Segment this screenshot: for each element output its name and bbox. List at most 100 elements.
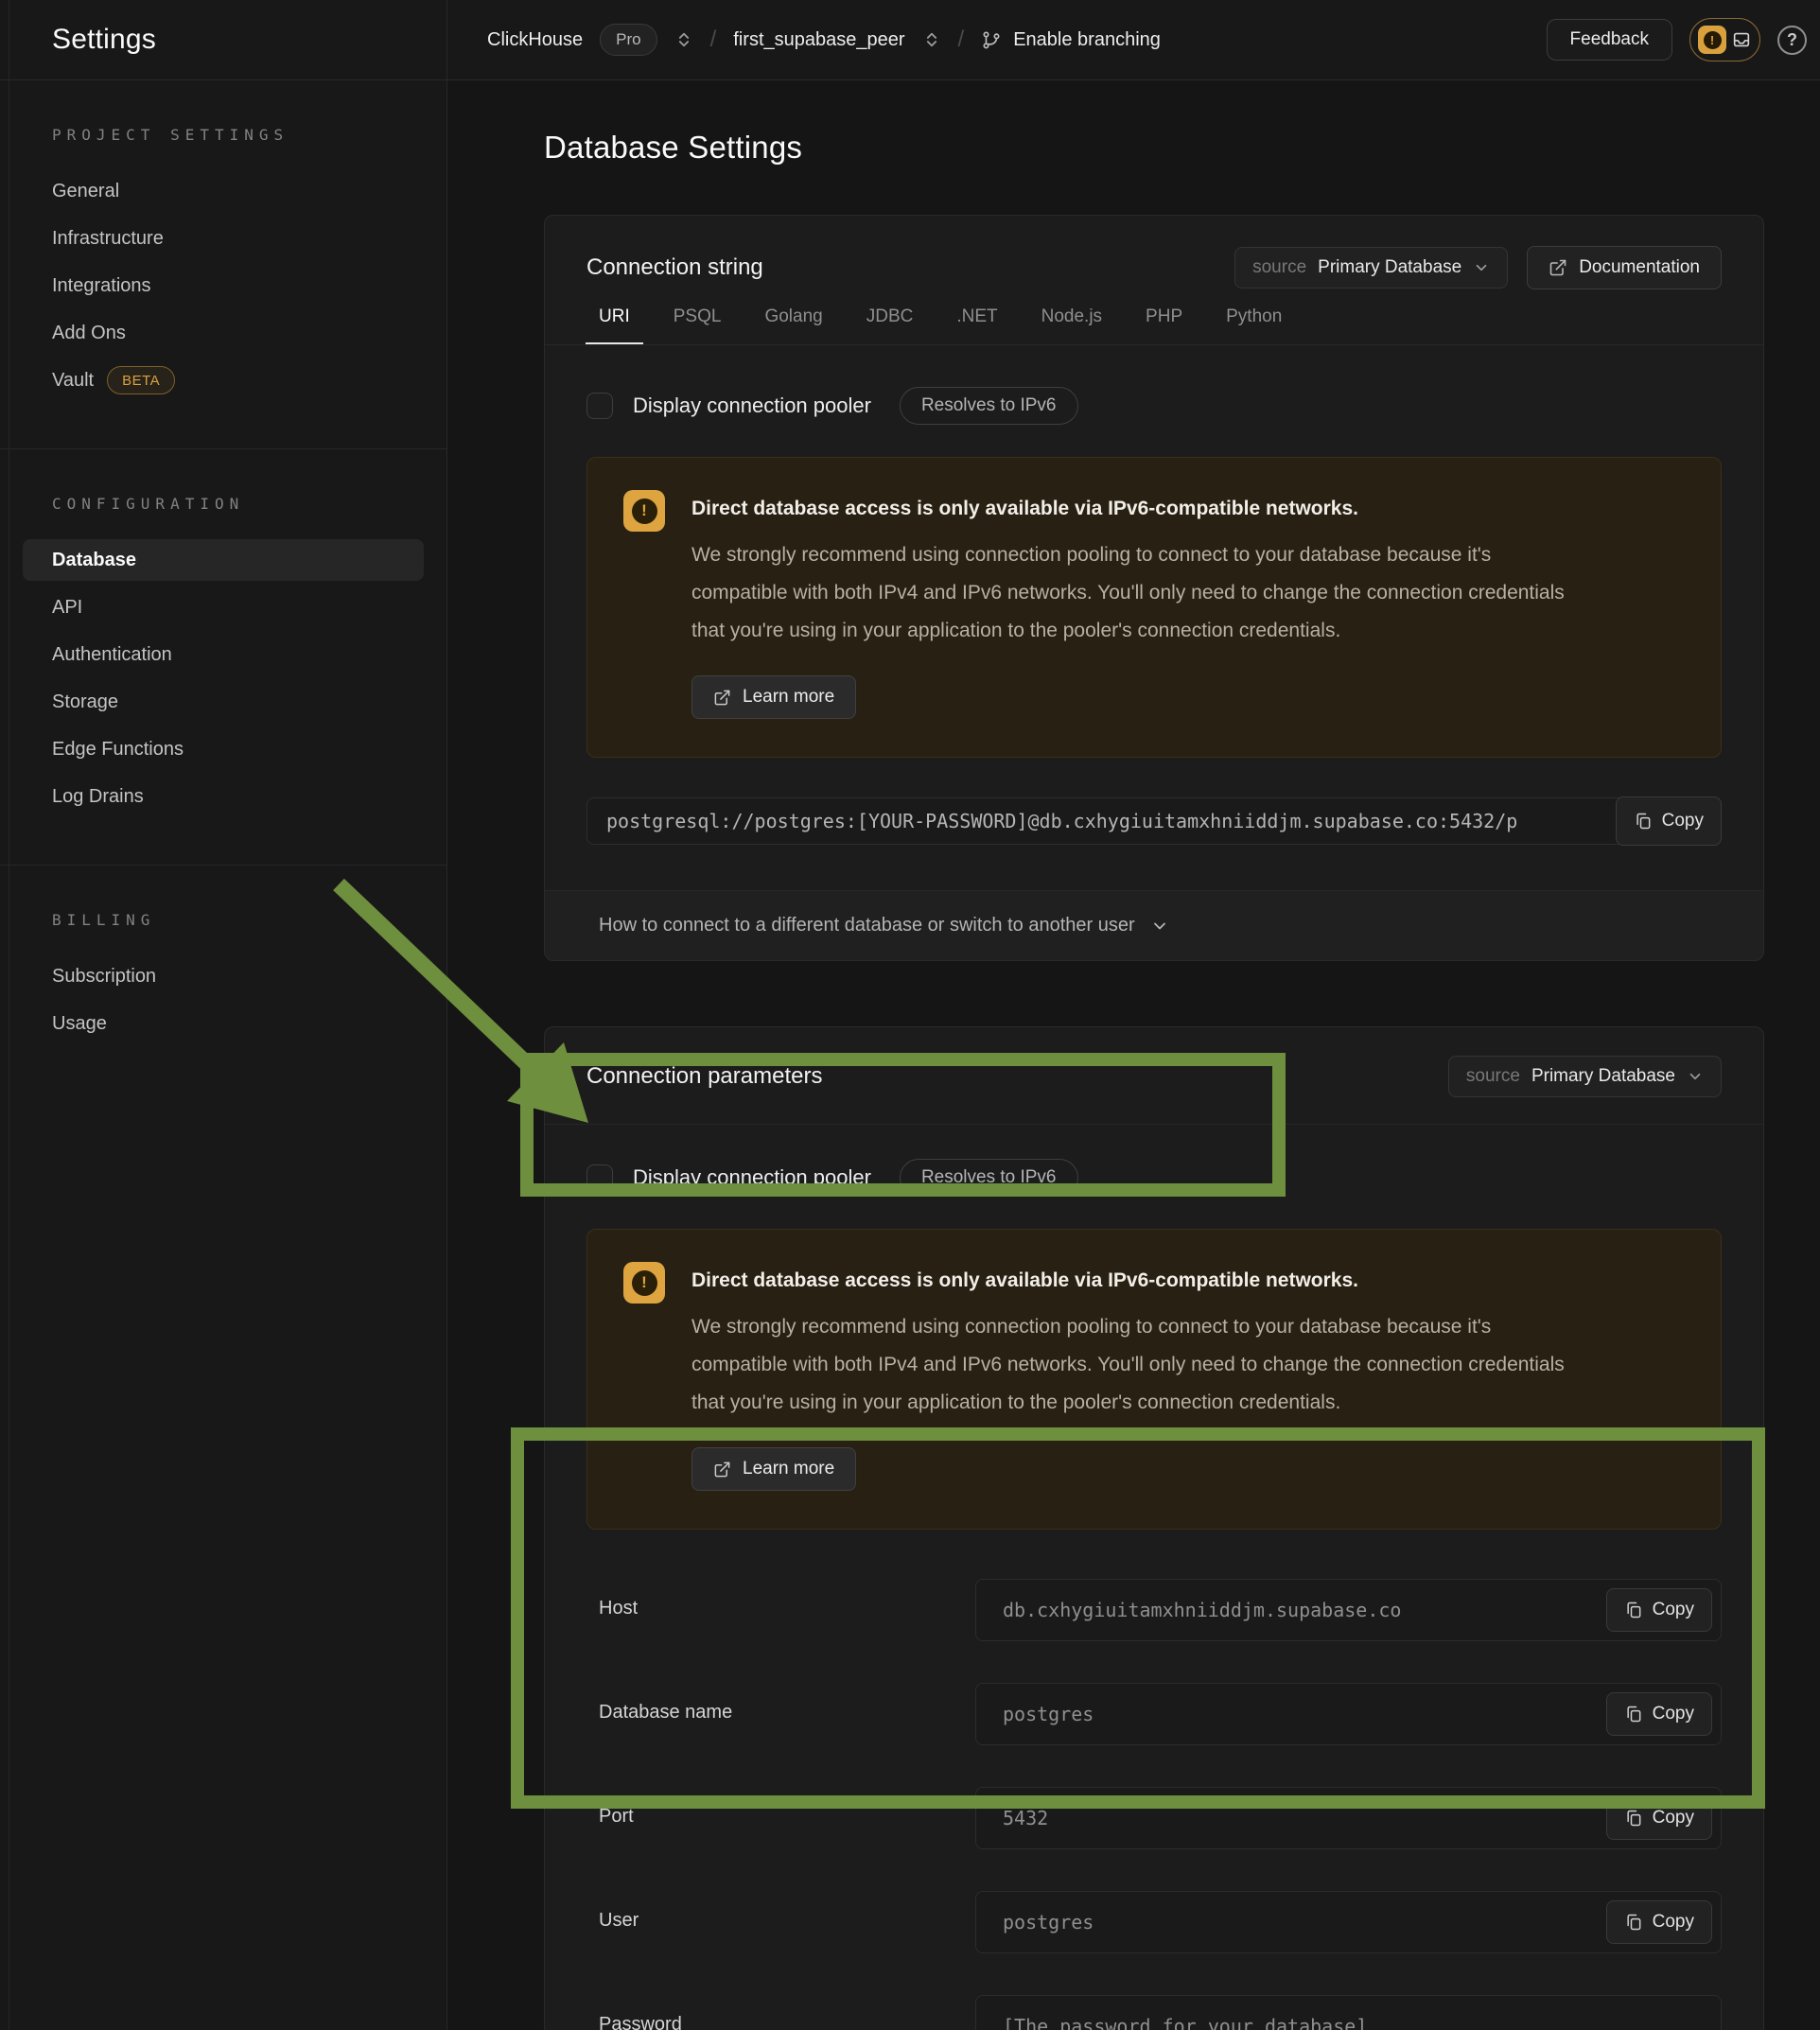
alert-icon: ! xyxy=(623,490,665,532)
sidebar-section-project-settings: PROJECT SETTINGS General Infrastructure Int… xyxy=(0,80,446,448)
sidebar-item-edge-functions[interactable]: Edge Functions xyxy=(23,728,424,770)
pooler-label: Display connection pooler xyxy=(633,394,871,418)
sidebar-item-authentication[interactable]: Authentication xyxy=(23,634,424,675)
sidebar-section-title: PROJECT SETTINGS xyxy=(0,126,446,170)
source-value: Primary Database xyxy=(1318,257,1461,278)
copy-button[interactable]: Copy xyxy=(1606,1692,1712,1736)
sidebar-item-label: Usage xyxy=(52,1013,107,1035)
ipv6-warning-panel: ! Direct database access is only availab… xyxy=(586,457,1722,758)
copy-icon xyxy=(1624,1809,1643,1828)
display-connection-pooler-checkbox[interactable] xyxy=(586,1164,613,1191)
plan-badge: Pro xyxy=(600,24,656,56)
tab-jdbc[interactable]: JDBC xyxy=(853,306,927,344)
warning-body: We strongly recommend using connection p… xyxy=(691,536,1590,650)
tab-node-js[interactable]: Node.js xyxy=(1028,306,1115,344)
field-label: Password xyxy=(599,1995,975,2030)
tab-psql[interactable]: PSQL xyxy=(660,306,735,344)
field-input-port[interactable]: 5432Copy xyxy=(975,1787,1722,1849)
breadcrumb-org[interactable]: ClickHouse xyxy=(487,29,583,51)
connection-string-tabs: URI PSQL Golang JDBC .NET Node.js PHP Python xyxy=(545,306,1763,345)
feedback-button[interactable]: Feedback xyxy=(1547,19,1672,61)
sidebar-item-integrations[interactable]: Integrations xyxy=(23,265,424,306)
field-value: db.cxhygiuitamxhniiddjm.supabase.co xyxy=(1003,1599,1401,1621)
connection-string-card: Connection string source Primary Databas… xyxy=(544,215,1764,961)
sidebar-item-subscription[interactable]: Subscription xyxy=(23,955,424,997)
breadcrumb: ClickHouse Pro / first_supabase_peer / E… xyxy=(447,24,1547,56)
sidebar-item-label: Authentication xyxy=(52,644,172,666)
tab-golang[interactable]: Golang xyxy=(751,306,835,344)
external-link-icon xyxy=(713,689,731,707)
sidebar-item-api[interactable]: API xyxy=(23,586,424,628)
sidebar-item-storage[interactable]: Storage xyxy=(23,681,424,723)
sidebar-item-add-ons[interactable]: Add Ons xyxy=(23,312,424,354)
sidebar-section-title: CONFIGURATION xyxy=(0,495,446,539)
warning-title: Direct database access is only available… xyxy=(691,498,1590,520)
field-input-password[interactable]: [The password for your database] xyxy=(975,1995,1722,2030)
learn-more-button[interactable]: Learn more xyxy=(691,675,856,719)
expander-label: How to connect to a different database o… xyxy=(599,915,1135,936)
tab-python[interactable]: Python xyxy=(1213,306,1295,344)
connection-help-expander[interactable]: How to connect to a different database o… xyxy=(545,890,1763,960)
warning-body: We strongly recommend using connection p… xyxy=(691,1308,1590,1422)
connection-parameter-fields: Hostdb.cxhygiuitamxhniiddjm.supabase.coC… xyxy=(586,1579,1722,2030)
sidebar-item-label: Storage xyxy=(52,691,118,713)
help-icon[interactable]: ? xyxy=(1777,26,1807,55)
chevron-down-icon xyxy=(1473,259,1490,276)
external-link-icon xyxy=(1549,258,1567,277)
sidebar-item-log-drains[interactable]: Log Drains xyxy=(23,776,424,817)
connection-string-field[interactable]: postgresql://postgres:[YOUR-PASSWORD]@db… xyxy=(586,797,1722,845)
page-title: Database Settings xyxy=(544,130,1820,166)
connection-string-body: Display connection pooler Resolves to IP… xyxy=(545,345,1763,890)
breadcrumb-separator: / xyxy=(710,26,717,53)
copy-icon xyxy=(1624,1913,1643,1932)
source-value: Primary Database xyxy=(1531,1066,1675,1087)
tab-uri[interactable]: URI xyxy=(586,306,643,344)
source-label: source xyxy=(1252,257,1306,278)
source-label: source xyxy=(1466,1066,1520,1087)
field-row-password: Password[The password for your database] xyxy=(586,1995,1722,2030)
connection-parameters-header: Connection parameters source Primary Dat… xyxy=(545,1027,1763,1125)
breadcrumb-project[interactable]: first_supabase_peer xyxy=(733,29,904,51)
learn-more-button[interactable]: Learn more xyxy=(691,1447,856,1491)
sidebar-item-label: Infrastructure xyxy=(52,228,164,250)
chevron-selector-icon[interactable] xyxy=(674,30,693,49)
connection-string-header: Connection string source Primary Databas… xyxy=(545,216,1763,306)
sidebar-item-label: Log Drains xyxy=(52,786,144,808)
sidebar-item-infrastructure[interactable]: Infrastructure xyxy=(23,218,424,259)
source-select[interactable]: source Primary Database xyxy=(1234,247,1508,289)
documentation-button[interactable]: Documentation xyxy=(1527,246,1722,289)
sidebar-item-vault[interactable]: VaultBETA xyxy=(23,359,424,401)
main-content: Database Settings Connection string sour… xyxy=(447,80,1820,2030)
copy-button[interactable]: Copy xyxy=(1606,1588,1712,1632)
copy-button[interactable]: Copy xyxy=(1606,1796,1712,1840)
tab-net[interactable]: .NET xyxy=(943,306,1010,344)
field-input-database-name[interactable]: postgresCopy xyxy=(975,1683,1722,1745)
resolves-to-ipv6-badge: Resolves to IPv6 xyxy=(900,1159,1078,1197)
field-label: User xyxy=(599,1891,975,1932)
sidebar-item-label: General xyxy=(52,181,119,202)
field-value: postgres xyxy=(1003,1911,1094,1934)
enable-branching-button[interactable]: Enable branching xyxy=(981,29,1161,51)
field-input-user[interactable]: postgres Copy xyxy=(975,1891,1722,1953)
field-row-host: Hostdb.cxhygiuitamxhniiddjm.supabase.coC… xyxy=(586,1579,1722,1641)
beta-badge: BETA xyxy=(107,366,175,394)
git-branch-icon xyxy=(981,29,1002,50)
chevron-selector-icon[interactable] xyxy=(922,30,941,49)
sidebar-item-general[interactable]: General xyxy=(23,170,424,212)
pooler-row: Display connection pooler Resolves to IP… xyxy=(586,1159,1722,1197)
source-select[interactable]: source Primary Database xyxy=(1448,1056,1722,1097)
copy-button[interactable]: Copy xyxy=(1616,796,1722,846)
top-bar: Settings ClickHouse Pro / first_supabase… xyxy=(0,0,1820,80)
tab-php[interactable]: PHP xyxy=(1132,306,1196,344)
sidebar-item-database[interactable]: Database xyxy=(23,539,424,581)
field-label: Port xyxy=(599,1787,975,1828)
card-actions: source Primary Database xyxy=(1448,1056,1722,1097)
notifications-button[interactable]: ! xyxy=(1689,18,1760,61)
field-input-host[interactable]: db.cxhygiuitamxhniiddjm.supabase.co Copy xyxy=(975,1579,1722,1641)
display-connection-pooler-checkbox[interactable] xyxy=(586,393,613,419)
app-window: Settings ClickHouse Pro / first_supabase… xyxy=(0,0,1820,2030)
field-row-user: User postgres Copy xyxy=(586,1891,1722,1953)
copy-button[interactable]: Copy xyxy=(1606,1900,1712,1944)
chevron-down-icon xyxy=(1687,1068,1704,1085)
sidebar-item-usage[interactable]: Usage xyxy=(23,1003,424,1044)
